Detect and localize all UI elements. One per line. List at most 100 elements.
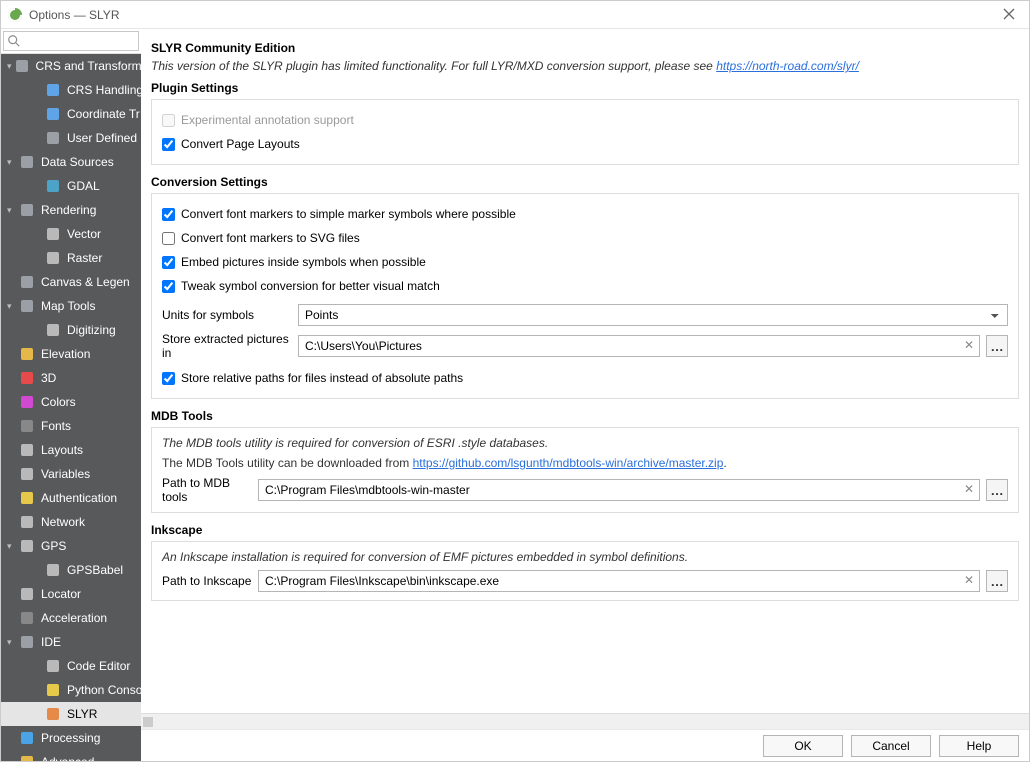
clear-icon[interactable]: ✕ — [962, 338, 976, 352]
content-area: SLYR Community Edition This version of t… — [141, 29, 1029, 761]
convert-page-layouts-checkbox[interactable] — [162, 138, 175, 151]
sidebar-item-user-defined[interactable]: User Defined — [1, 126, 141, 150]
convert-page-layouts-row: Convert Page Layouts — [162, 132, 1008, 156]
sidebar-search — [1, 29, 141, 54]
sidebar-item-layouts[interactable]: Layouts — [1, 438, 141, 462]
main-panel: SLYR Community Edition This version of t… — [141, 29, 1029, 713]
sidebar-item-label: User Defined — [67, 131, 137, 145]
sidebar-item-canvas-legen[interactable]: Canvas & Legen — [1, 270, 141, 294]
close-button[interactable] — [995, 7, 1023, 23]
sidebar-item-gdal[interactable]: GDAL — [1, 174, 141, 198]
titlebar: Options — SLYR — [1, 1, 1029, 29]
inkscape-note: An Inkscape installation is required for… — [162, 550, 1008, 564]
units-select[interactable]: Points — [298, 304, 1008, 326]
sidebar-item-raster[interactable]: Raster — [1, 246, 141, 270]
sidebar-item-network[interactable]: Network — [1, 510, 141, 534]
sidebar-item-vector[interactable]: Vector — [1, 222, 141, 246]
inkscape-path-label: Path to Inkscape — [162, 574, 252, 588]
sidebar-item-code-editor[interactable]: Code Editor — [1, 654, 141, 678]
relpaths-checkbox[interactable] — [162, 372, 175, 385]
sidebar-item-colors[interactable]: Colors — [1, 390, 141, 414]
scrollbar-thumb[interactable] — [143, 717, 153, 727]
clear-icon[interactable]: ✕ — [962, 573, 976, 587]
sidebar-item-ide[interactable]: ▾IDE — [1, 630, 141, 654]
browse-pictures-button[interactable]: … — [986, 335, 1008, 357]
sidebar-item-variables[interactable]: Variables — [1, 462, 141, 486]
sidebar-item-python-conso[interactable]: Python Conso — [1, 678, 141, 702]
qgis-logo-icon — [7, 7, 23, 23]
store-pictures-input[interactable] — [298, 335, 980, 357]
sidebar-item-gps[interactable]: ▾GPS — [1, 534, 141, 558]
sidebar-item-acceleration[interactable]: Acceleration — [1, 606, 141, 630]
store-pictures-label: Store extracted pictures in — [162, 332, 292, 360]
sidebar-item-coordinate-tr[interactable]: Coordinate Tr — [1, 102, 141, 126]
sidebar-item-label: Advanced — [41, 755, 94, 761]
sidebar-item-locator[interactable]: Locator — [1, 582, 141, 606]
ok-button[interactable]: OK — [763, 735, 843, 757]
relpaths-label: Store relative paths for files instead o… — [181, 371, 463, 385]
sidebar-item-label: Variables — [41, 467, 90, 481]
sidebar-item-data-sources[interactable]: ▾Data Sources — [1, 150, 141, 174]
sidebar-item-digitizing[interactable]: Digitizing — [1, 318, 141, 342]
caret-icon: ▾ — [7, 157, 17, 168]
clear-icon[interactable]: ✕ — [962, 482, 976, 496]
inkscape-title: Inkscape — [151, 523, 1019, 537]
sidebar-item-label: Raster — [67, 251, 102, 265]
sidebar-item-label: Colors — [41, 395, 76, 409]
sidebar-item-label: Authentication — [41, 491, 117, 505]
sidebar-item-crs-and-transforms[interactable]: ▾CRS and Transforms — [1, 54, 141, 78]
mdb-path-input[interactable] — [258, 479, 980, 501]
sidebar-item-slyr[interactable]: SLYR — [1, 702, 141, 726]
sidebar-item-label: CRS and Transforms — [36, 59, 141, 73]
sidebar-item-advanced[interactable]: Advanced — [1, 750, 141, 761]
sidebar-item-rendering[interactable]: ▾Rendering — [1, 198, 141, 222]
sidebar-tree[interactable]: ▾CRS and TransformsCRS HandlingCoordinat… — [1, 54, 141, 761]
sidebar-item-label: GPS — [41, 539, 66, 553]
sidebar-item-elevation[interactable]: Elevation — [1, 342, 141, 366]
intro-link[interactable]: https://north-road.com/slyr/ — [716, 59, 859, 73]
sidebar-item-3d[interactable]: 3D — [1, 366, 141, 390]
inkscape-path-input[interactable] — [258, 570, 980, 592]
sidebar-item-label: Map Tools — [41, 299, 95, 313]
intro-note: This version of the SLYR plugin has limi… — [151, 59, 1019, 73]
sidebar-item-label: CRS Handling — [67, 83, 141, 97]
mdb-link[interactable]: https://github.com/lsgunth/mdbtools-win/… — [413, 456, 724, 470]
dialog-footer: OK Cancel Help — [141, 729, 1029, 761]
tweak-label: Tweak symbol conversion for better visua… — [181, 279, 440, 293]
close-icon — [1003, 8, 1015, 20]
cancel-button[interactable]: Cancel — [851, 735, 931, 757]
sidebar-item-fonts[interactable]: Fonts — [1, 414, 141, 438]
browse-inkscape-button[interactable]: … — [986, 570, 1008, 592]
search-input[interactable] — [3, 31, 139, 51]
sidebar-item-label: Processing — [41, 731, 100, 745]
font-svg-checkbox[interactable] — [162, 232, 175, 245]
sidebar-item-label: Elevation — [41, 347, 90, 361]
experimental-row: Experimental annotation support — [162, 108, 1008, 132]
page-heading: SLYR Community Edition — [151, 41, 1019, 55]
plugin-settings-section: Experimental annotation support Convert … — [151, 99, 1019, 165]
embed-checkbox[interactable] — [162, 256, 175, 269]
inkscape-section: An Inkscape installation is required for… — [151, 541, 1019, 601]
sidebar-item-label: GDAL — [67, 179, 100, 193]
caret-icon: ▾ — [7, 637, 17, 648]
horizontal-scrollbar[interactable] — [141, 713, 1029, 729]
sidebar-item-gpsbabel[interactable]: GPSBabel — [1, 558, 141, 582]
sidebar-item-label: Network — [41, 515, 85, 529]
browse-mdb-button[interactable]: … — [986, 479, 1008, 501]
sidebar-item-map-tools[interactable]: ▾Map Tools — [1, 294, 141, 318]
mdb-title: MDB Tools — [151, 409, 1019, 423]
caret-icon: ▾ — [7, 205, 17, 216]
tweak-checkbox[interactable] — [162, 280, 175, 293]
sidebar-item-processing[interactable]: Processing — [1, 726, 141, 750]
font-svg-label: Convert font markers to SVG files — [181, 231, 360, 245]
sidebar: ▾CRS and TransformsCRS HandlingCoordinat… — [1, 29, 141, 761]
sidebar-item-crs-handling[interactable]: CRS Handling — [1, 78, 141, 102]
sidebar-item-authentication[interactable]: Authentication — [1, 486, 141, 510]
help-button[interactable]: Help — [939, 735, 1019, 757]
font-simple-checkbox[interactable] — [162, 208, 175, 221]
sidebar-item-label: 3D — [41, 371, 56, 385]
experimental-label: Experimental annotation support — [181, 113, 354, 127]
sidebar-item-label: Vector — [67, 227, 101, 241]
font-simple-label: Convert font markers to simple marker sy… — [181, 207, 516, 221]
sidebar-item-label: Digitizing — [67, 323, 116, 337]
